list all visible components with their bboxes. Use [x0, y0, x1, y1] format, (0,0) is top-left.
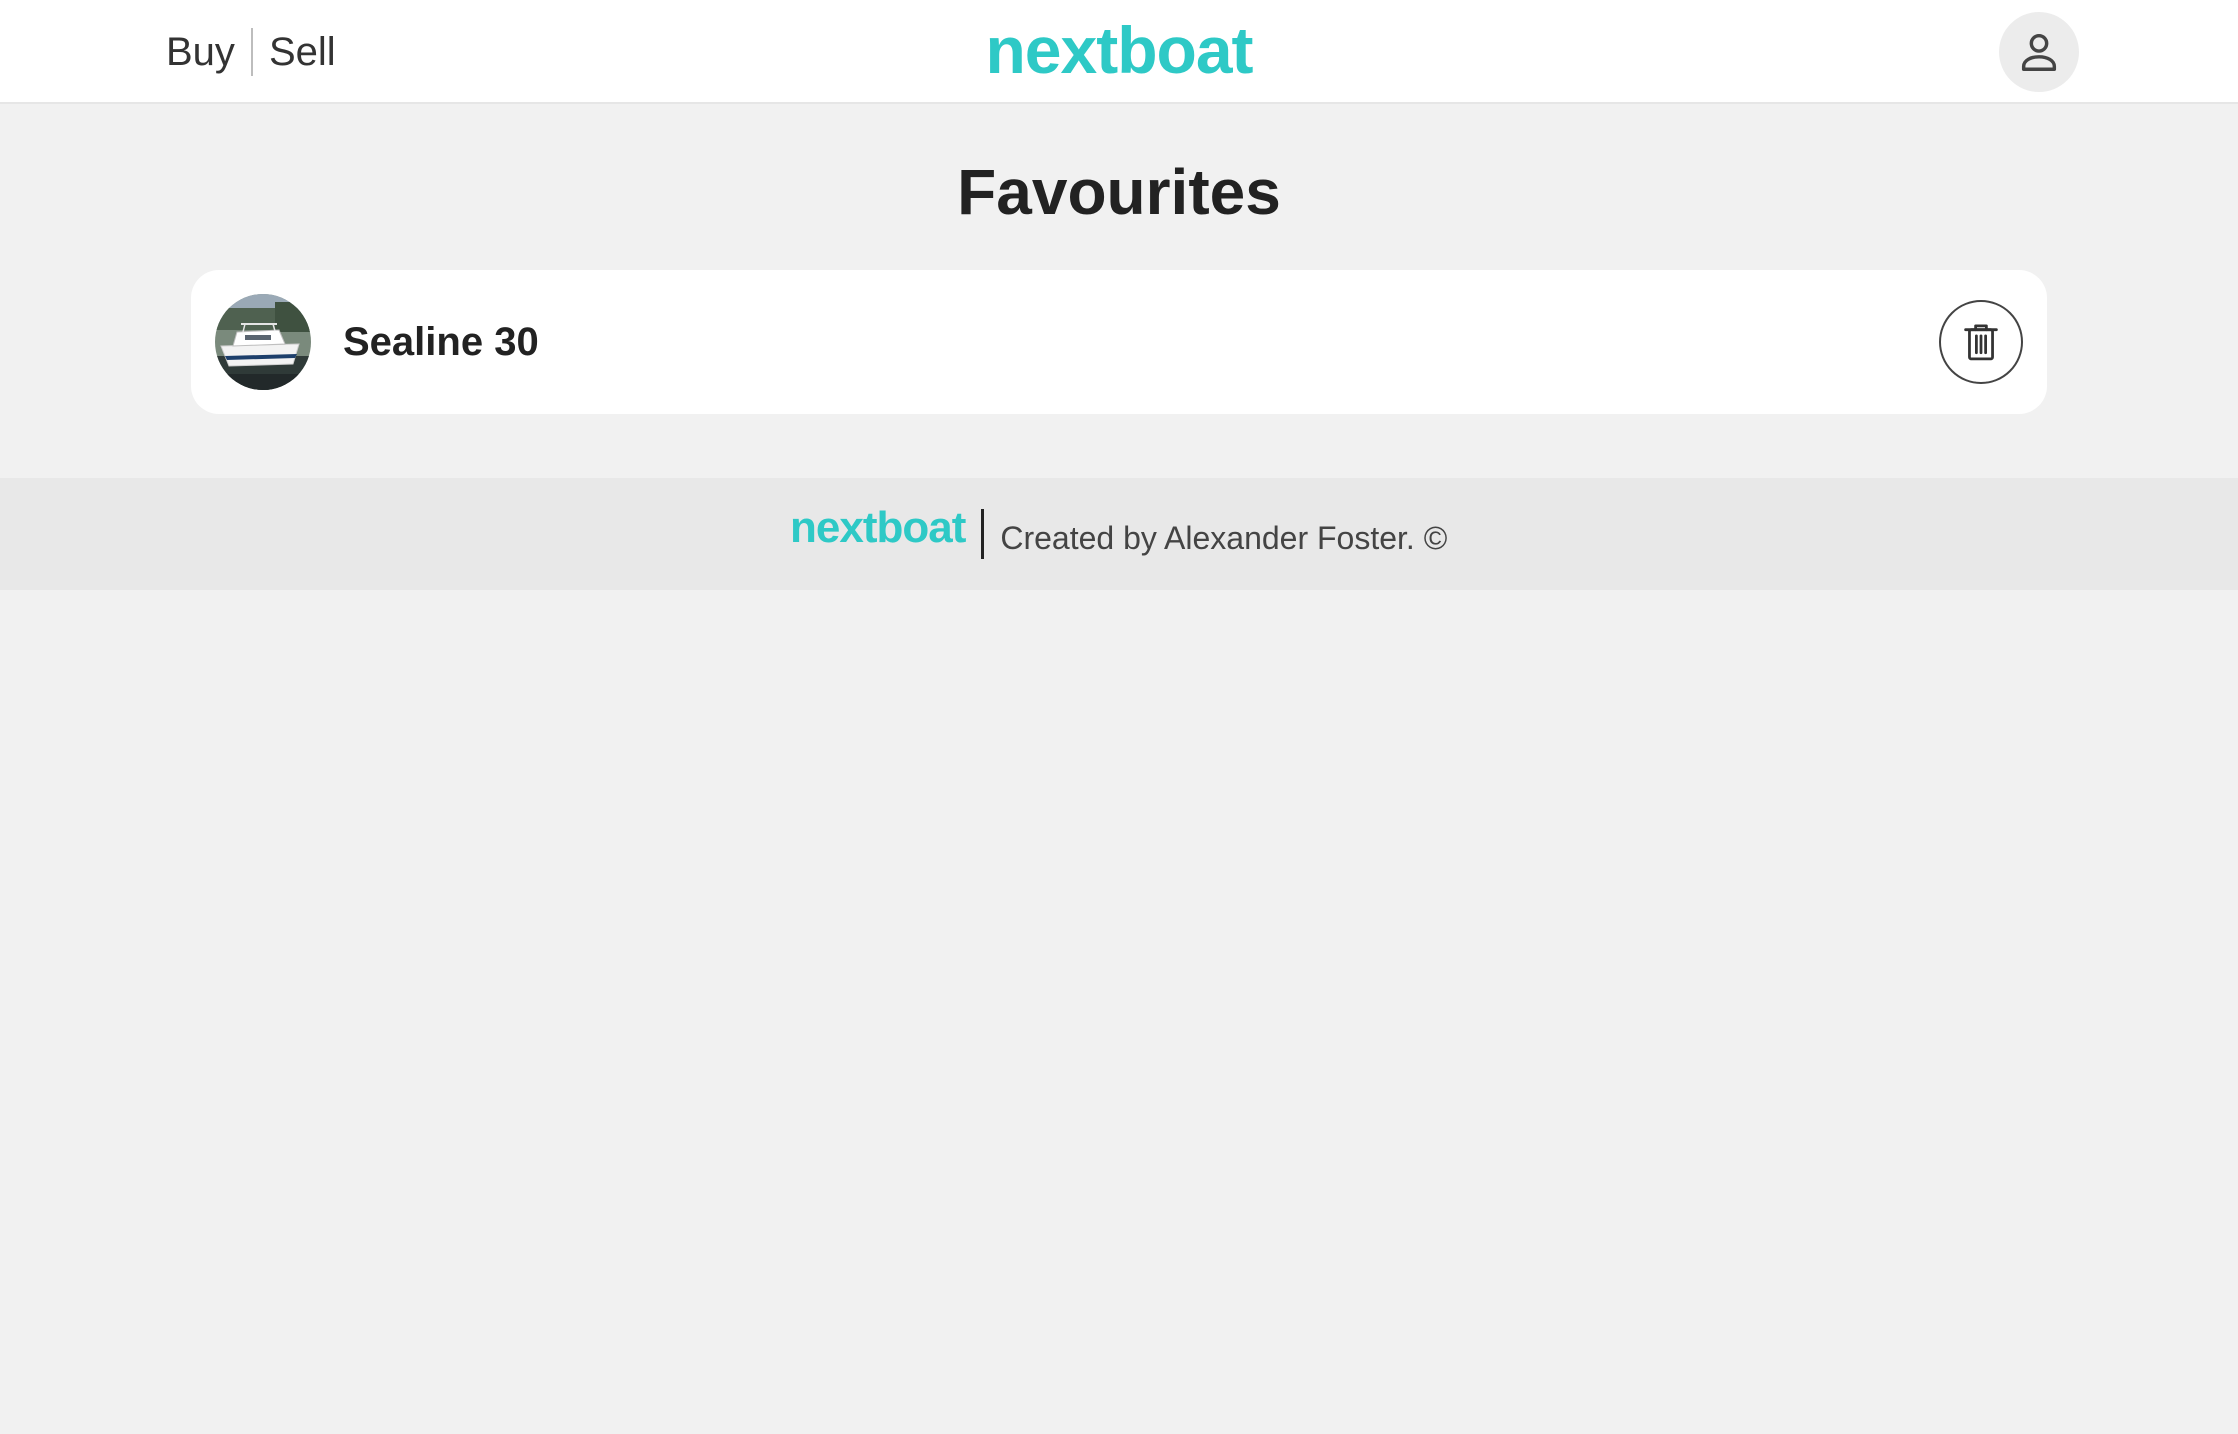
boat-photo — [215, 294, 311, 390]
delete-favourite-button[interactable] — [1939, 300, 2023, 384]
boat-name[interactable]: Sealine 30 — [343, 314, 539, 370]
favourite-item: Sealine 30 — [191, 270, 2047, 414]
footer-credit: Created by Alexander Foster. © — [1000, 520, 1448, 556]
person-icon — [2021, 33, 2057, 71]
boat-thumbnail[interactable] — [215, 294, 311, 390]
site-header: Buy Sell nextboat — [0, 0, 2238, 104]
footer-divider — [981, 509, 985, 559]
footer-content: nextboat Created by Alexander Foster. © — [790, 503, 1447, 560]
site-footer: nextboat Created by Alexander Foster. © — [0, 478, 2238, 590]
account-button[interactable] — [1999, 12, 2079, 92]
page-title: Favourites — [957, 156, 1281, 228]
footer-brand-logo[interactable]: nextboat — [790, 502, 966, 554]
trash-icon — [1964, 324, 1998, 361]
brand-logo[interactable]: nextboat — [0, 10, 2238, 90]
